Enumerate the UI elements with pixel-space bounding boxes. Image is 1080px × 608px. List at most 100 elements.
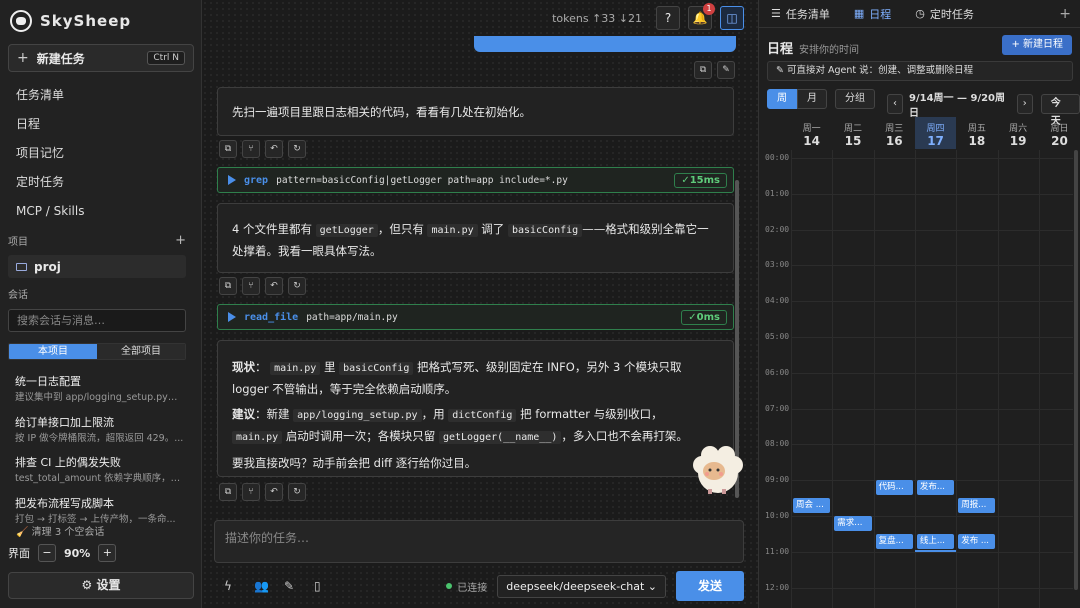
- conversation-item[interactable]: 统一日志配置 建议集中到 app/logging_setup.py。...: [8, 373, 186, 411]
- brand: SkySheep: [10, 10, 131, 32]
- schedule-title: 日程 安排你的时间: [767, 38, 859, 57]
- new-event-button[interactable]: + 新建日程: [1002, 35, 1072, 55]
- calendar-event[interactable]: 代码...: [875, 480, 913, 496]
- undo-icon[interactable]: ↶: [265, 483, 283, 501]
- conversation-snippet: 建议集中到 app/logging_setup.py。...: [15, 392, 186, 403]
- hour-label: 07:00: [765, 403, 790, 413]
- calendar-event[interactable]: 复盘...: [875, 533, 913, 549]
- lightning-icon[interactable]: ϟ: [224, 579, 244, 593]
- day-header[interactable]: 周日 20: [1039, 117, 1080, 149]
- prev-week-button[interactable]: ‹: [887, 94, 903, 114]
- day-header[interactable]: 周六 19: [998, 117, 1039, 149]
- calendar-event[interactable]: 周报...: [958, 498, 996, 514]
- zoom-in-button[interactable]: +: [98, 544, 117, 562]
- add-tab-icon[interactable]: +: [1059, 6, 1071, 22]
- sheep-logo-icon: [10, 10, 32, 32]
- calendar-event[interactable]: 发布 ...: [958, 533, 996, 549]
- tool-call-grep[interactable]: grep pattern=basicConfig|getLogger path=…: [217, 167, 734, 193]
- date-range-nav: ‹ 9/14周一 — 9/20周日 › 今天: [887, 89, 1080, 127]
- project-item[interactable]: proj: [8, 255, 186, 278]
- reply-label: 建议: [232, 407, 255, 421]
- reply-text: ：新建: [255, 407, 290, 421]
- pen-icon[interactable]: ✎: [284, 579, 304, 593]
- day-header-today[interactable]: 周四 17: [914, 117, 957, 149]
- conversation-item[interactable]: 排查 CI 上的偶发失败 test_total_amount 依赖字典顺序，改.…: [8, 454, 186, 492]
- copy-icon[interactable]: ⧉: [219, 140, 237, 158]
- reply-text: ：: [255, 360, 267, 374]
- tab-tasks[interactable]: ☰ 任务清单: [759, 6, 842, 22]
- undo-icon[interactable]: ↶: [265, 140, 283, 158]
- conversation-search-input[interactable]: 搜索会话与消息…: [8, 309, 186, 332]
- view-switch: 周 月 分组: [767, 89, 875, 109]
- clean-empty-conversations[interactable]: 🧹 清理 3 个空会话: [16, 523, 104, 538]
- view-month[interactable]: 月: [797, 89, 827, 109]
- sheep-mascot-icon: [693, 446, 743, 494]
- copy-icon[interactable]: ⧉: [694, 61, 712, 79]
- zoom-out-button[interactable]: −: [38, 544, 56, 562]
- conversations-section: 会话: [8, 286, 186, 301]
- toggle-right-panel-button[interactable]: ◫: [720, 6, 744, 30]
- branch-icon[interactable]: ⑂: [242, 483, 260, 501]
- add-project-icon[interactable]: +: [175, 233, 186, 248]
- weekday: 周五: [967, 124, 986, 134]
- conversation-item[interactable]: 给订单接口加上限流 按 IP 做令牌桶限流，超限返回 429。...: [8, 414, 186, 452]
- branch-icon[interactable]: ⑂: [242, 140, 260, 158]
- undo-icon[interactable]: ↶: [265, 277, 283, 295]
- sidebar-item-project-memory[interactable]: 项目记忆: [8, 140, 194, 169]
- calendar-event[interactable]: 需求...: [834, 516, 872, 531]
- copy-icon[interactable]: ⧉: [219, 483, 237, 501]
- next-week-button[interactable]: ›: [1016, 94, 1033, 114]
- branch-icon[interactable]: ⑂: [242, 277, 260, 295]
- app-name: SkySheep: [40, 12, 132, 30]
- task-input[interactable]: 描述你的任务…: [214, 520, 744, 563]
- model-select[interactable]: deepseek/deepseek-chat ⌄: [497, 574, 666, 598]
- sidebar-item-schedule[interactable]: 日程: [8, 111, 194, 140]
- view-group[interactable]: 分组: [835, 89, 875, 109]
- hour-label: 03:00: [765, 260, 790, 270]
- hour-label: 12:00: [765, 582, 790, 592]
- expand-icon: [228, 312, 236, 322]
- weekday: 周一: [802, 124, 821, 134]
- hour-label: 09:00: [765, 475, 790, 485]
- reply-text: 启动时调用一次；各模块只留: [285, 429, 436, 443]
- settings-button[interactable]: ⚙ 设置: [8, 572, 194, 599]
- send-button[interactable]: 发送: [676, 571, 744, 601]
- conversation-title: 排查 CI 上的偶发失败: [15, 456, 121, 469]
- day-header[interactable]: 周三 16: [874, 117, 915, 149]
- notification-badge: 1: [703, 3, 715, 15]
- day-header[interactable]: 周五 18: [956, 117, 997, 149]
- weekday: 周日: [1050, 124, 1069, 134]
- hour-gridline: [791, 158, 1073, 159]
- filter-all-projects[interactable]: 全部项目: [97, 344, 185, 359]
- retry-icon[interactable]: ↻: [288, 277, 306, 295]
- sidebar-nav: 任务清单 日程 项目记忆 定时任务 MCP / Skills: [8, 82, 194, 227]
- calendar-event[interactable]: 周会 ...: [793, 498, 831, 514]
- calendar-scrollbar[interactable]: [1074, 150, 1078, 590]
- copy-icon[interactable]: ⧉: [219, 277, 237, 295]
- edit-icon[interactable]: ✎: [717, 61, 735, 79]
- help-button[interactable]: ?: [656, 6, 680, 30]
- calendar-grid[interactable]: 00:00 01:00 02:00 03:00 04:00 05:00 06:00 07:00…: [759, 150, 1073, 608]
- sidebar-item-scheduled-tasks[interactable]: 定时任务: [8, 169, 194, 198]
- tool-call-read-file[interactable]: read_file path=app/main.py ✓0ms: [217, 304, 734, 330]
- clean-label: 清理 3 个空会话: [31, 527, 105, 538]
- today-button[interactable]: 今天: [1040, 94, 1080, 127]
- notifications-button[interactable]: 🔔 1: [688, 3, 715, 30]
- sidebar-item-tasks[interactable]: 任务清单: [8, 82, 194, 111]
- retry-icon[interactable]: ↻: [288, 140, 306, 158]
- calendar-event[interactable]: 线上...: [916, 533, 955, 549]
- new-task-button[interactable]: + 新建任务 Ctrl N: [8, 44, 194, 72]
- day-header[interactable]: 周二 15: [832, 117, 873, 149]
- view-week[interactable]: 周: [767, 89, 797, 109]
- retry-icon[interactable]: ↻: [288, 483, 306, 501]
- app-window: SkySheep + 新建任务 Ctrl N 任务清单 日程 项目记忆 定时任务…: [0, 0, 1080, 608]
- hour-label: 06:00: [765, 367, 790, 377]
- document-icon[interactable]: ▯: [314, 579, 334, 593]
- filter-current-project[interactable]: 本项目: [9, 344, 97, 359]
- tab-schedule[interactable]: ▦ 日程: [842, 6, 903, 22]
- day-header[interactable]: 周一 14: [791, 117, 832, 149]
- tab-scheduled-tasks[interactable]: ◷ 定时任务: [903, 6, 986, 22]
- calendar-event[interactable]: 发布...: [916, 480, 955, 496]
- agents-icon[interactable]: 👥: [254, 579, 274, 593]
- sidebar-item-mcp-skills[interactable]: MCP / Skills: [8, 198, 194, 227]
